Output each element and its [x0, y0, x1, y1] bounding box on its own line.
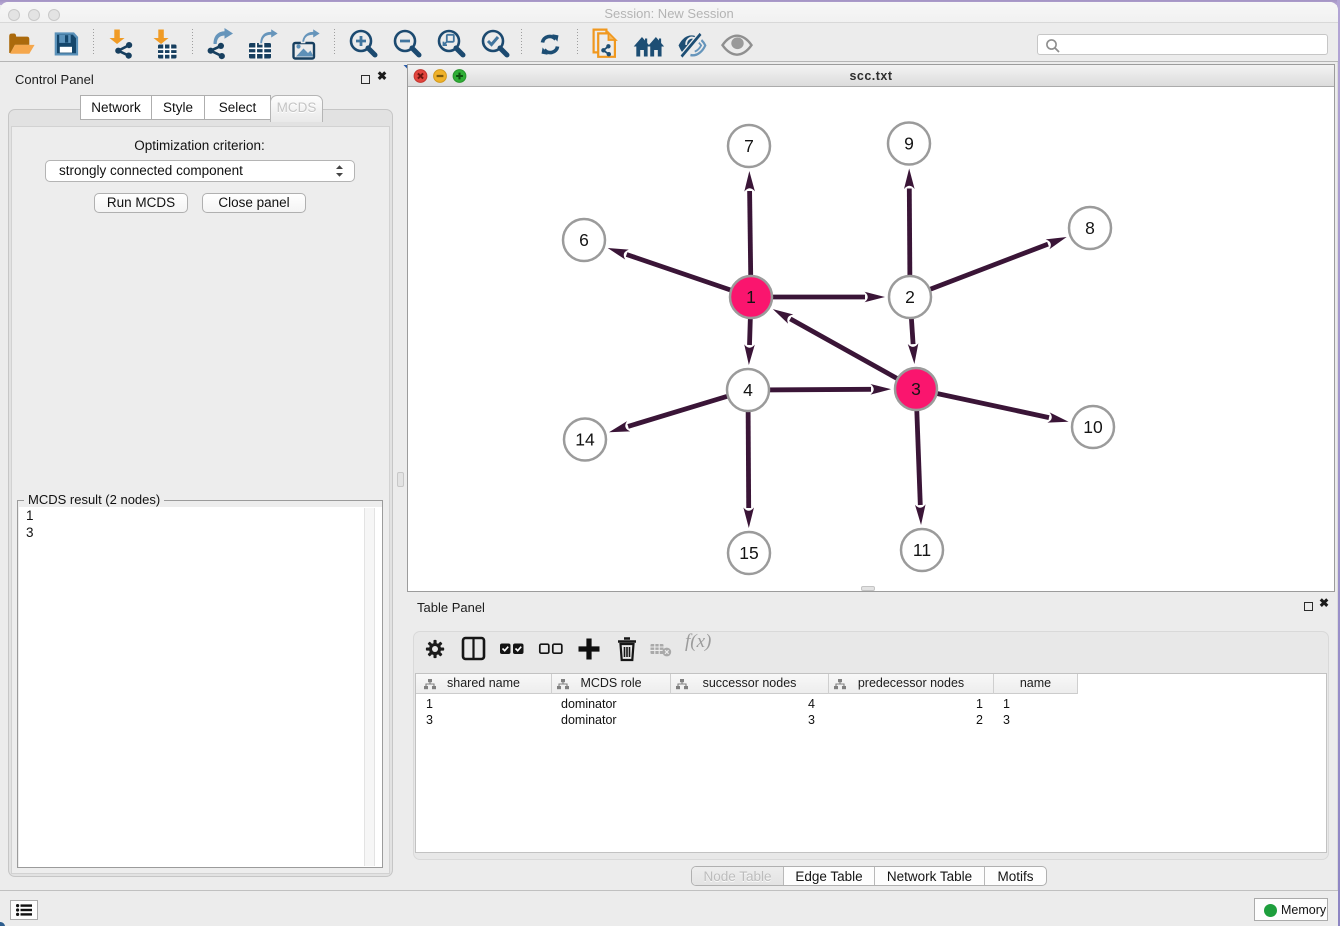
svg-text:1: 1 [746, 287, 756, 307]
svg-text:8: 8 [1085, 218, 1095, 238]
svg-text:9: 9 [904, 134, 914, 154]
svg-text:6: 6 [579, 230, 589, 250]
svg-text:14: 14 [575, 430, 595, 450]
svg-text:3: 3 [911, 379, 921, 399]
svg-text:7: 7 [744, 136, 754, 156]
svg-text:15: 15 [739, 543, 758, 563]
svg-text:2: 2 [905, 287, 915, 307]
svg-text:11: 11 [913, 540, 931, 560]
svg-text:10: 10 [1083, 417, 1103, 437]
svg-text:4: 4 [743, 380, 753, 400]
